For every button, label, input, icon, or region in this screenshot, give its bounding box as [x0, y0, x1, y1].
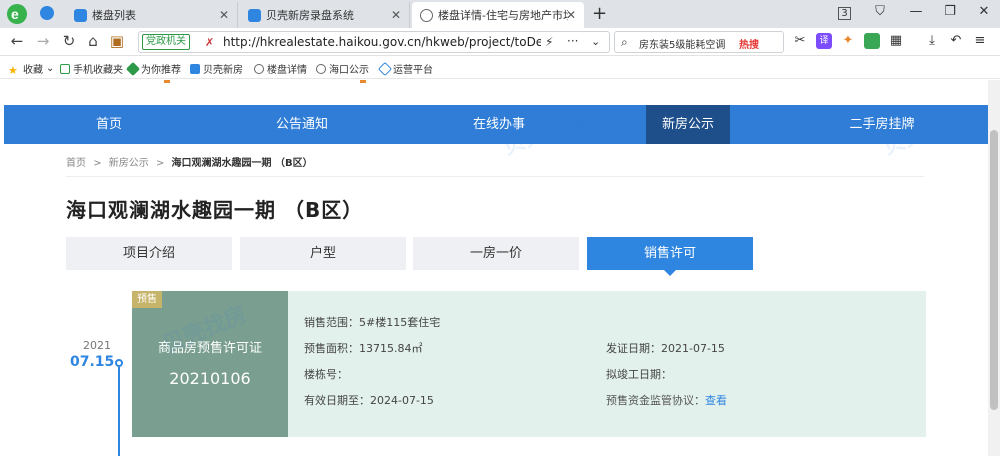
- tab-project-detail[interactable]: 楼盘详情-住宅与房地产市场信 ✕: [412, 2, 584, 28]
- bolt-icon[interactable]: ⚡: [545, 35, 553, 49]
- breadcrumb-section[interactable]: 新房公示: [109, 158, 149, 169]
- game-icon[interactable]: ✦: [840, 33, 856, 49]
- chevron-down-icon[interactable]: ⌄: [591, 35, 600, 48]
- tab-project-intro[interactable]: 项目介绍: [66, 237, 232, 270]
- blue-page-icon: [190, 63, 200, 74]
- restore-icon[interactable]: ❐: [940, 4, 960, 19]
- timeline-line: [118, 367, 120, 456]
- star-icon: ★: [8, 63, 18, 77]
- globe-icon: [420, 8, 433, 22]
- diamond-icon: [125, 61, 141, 76]
- breadcrumb-separator: >: [93, 158, 102, 169]
- breadcrumb-current: 海口观澜湖水趣园一期 （B区）: [171, 158, 313, 169]
- valid-until: 有效日期至：2024-07-15: [304, 394, 434, 407]
- bookmark-mobile[interactable]: 手机收藏夹: [60, 61, 123, 76]
- presale-area: 预售面积：13715.84㎡: [304, 342, 423, 355]
- main-nav: 首页 公告通知 在线办事 新房公示 二手房挂牌: [4, 105, 988, 144]
- shirt-icon[interactable]: ⛉: [870, 4, 890, 19]
- undo-icon[interactable]: ↶: [948, 33, 964, 49]
- translate-icon[interactable]: 译: [816, 33, 832, 49]
- fund-supervision: 预售资金监管协议：查看: [606, 392, 727, 408]
- bookmark-favorites[interactable]: ★ 收藏 ⌄: [8, 61, 55, 77]
- url-input[interactable]: 党政机关 ✗ http://hkrealestate.haikou.gov.cn…: [138, 31, 610, 53]
- home-icon[interactable]: ⌂: [84, 32, 102, 50]
- chevron-down-icon: ⌄: [46, 63, 55, 74]
- bookmark-haikou[interactable]: 海口公示: [316, 61, 369, 76]
- breadcrumb: 首页 > 新房公示 > 海口观澜湖水趣园一期 （B区）: [66, 154, 313, 169]
- globe-icon: [254, 63, 264, 74]
- permit-number: 20210106: [169, 369, 251, 388]
- breadcrumb-home[interactable]: 首页: [66, 158, 86, 169]
- tab-count-badge[interactable]: 3: [838, 7, 851, 20]
- fund-supervision-label: 预售资金监管协议：: [606, 394, 705, 407]
- close-icon[interactable]: ✕: [391, 8, 401, 22]
- timeline-year: 2021: [83, 339, 111, 352]
- page-scrollbar[interactable]: [988, 80, 1000, 456]
- more-icon[interactable]: ···: [567, 34, 578, 48]
- issue-date: 发证日期：2021-07-15: [606, 342, 725, 355]
- timeline-dot: [115, 359, 123, 367]
- tab-sales-permit[interactable]: 销售许可: [587, 237, 753, 276]
- browser-tab-bar: e 楼盘列表 ✕ 贝壳新房录盘系统 ✕ 楼盘详情-住宅与房地产市场信 ✕ + 3…: [0, 0, 1000, 28]
- reload-icon[interactable]: ↻: [60, 32, 78, 50]
- globe-icon: [316, 63, 326, 74]
- tab-floor-plans[interactable]: 户型: [240, 237, 406, 270]
- divider: [66, 176, 924, 177]
- nav-item-home[interactable]: 首页: [4, 105, 214, 144]
- tab-price-list[interactable]: 一房一价: [413, 237, 579, 270]
- view-agreement-link[interactable]: 查看: [705, 394, 727, 407]
- presale-badge: 预售: [132, 291, 162, 308]
- address-toolbar: ← → ↻ ⌂ ▣ 党政机关 ✗ http://hkrealestate.hai…: [0, 28, 1000, 56]
- nav-item-new-house[interactable]: 新房公示: [646, 105, 730, 144]
- scissors-icon[interactable]: ✂: [792, 33, 808, 49]
- breadcrumb-separator: >: [155, 158, 165, 169]
- phone-icon: [60, 63, 70, 74]
- download-icon[interactable]: ⤓: [924, 33, 940, 49]
- sales-scope: 销售范围：5#楼115套住宅: [304, 316, 441, 329]
- browser-logo-icon[interactable]: e: [6, 3, 28, 25]
- close-icon[interactable]: ✕: [566, 8, 576, 22]
- svg-text:e: e: [11, 6, 19, 22]
- tab-label: 楼盘详情-住宅与房地产市场信: [438, 9, 568, 22]
- nav-item-notices[interactable]: 公告通知: [198, 105, 406, 144]
- tab-label: 楼盘列表: [92, 9, 136, 22]
- minimize-icon[interactable]: —: [906, 4, 926, 19]
- bookmark-beike[interactable]: 贝壳新房: [190, 61, 243, 76]
- apps-grid-icon[interactable]: ▦: [888, 33, 904, 49]
- briefcase-icon[interactable]: ▣: [108, 32, 126, 50]
- header-logo-remnant: [164, 80, 366, 86]
- search-text: 房东装5级能耗空调: [639, 40, 726, 51]
- wechat-icon[interactable]: [864, 33, 880, 49]
- bookmark-recommend[interactable]: 为你推荐: [125, 61, 181, 76]
- hot-search-badge[interactable]: 热搜: [739, 36, 759, 51]
- bookmark-ops[interactable]: 运营平台: [377, 61, 433, 76]
- planned-completion-date: 拟竣工日期：: [606, 368, 672, 381]
- web-page: 首页 公告通知 在线办事 新房公示 二手房挂牌 首页 > 新房公示 > 海口观澜…: [0, 80, 988, 456]
- window-close-icon[interactable]: ✕: [974, 4, 994, 19]
- new-tab-button[interactable]: +: [592, 3, 607, 24]
- blue-page-icon: [248, 8, 261, 22]
- site-info-icon[interactable]: ✗: [205, 36, 214, 49]
- timeline-date: 07.15: [70, 354, 115, 370]
- forward-icon[interactable]: →: [34, 32, 52, 50]
- page-title: 海口观澜湖水趣园一期 （B区）: [66, 198, 364, 222]
- tab-label: 贝壳新房录盘系统: [266, 9, 354, 22]
- building-number: 楼栋号：: [304, 368, 348, 381]
- search-icon: ⌕: [621, 35, 628, 49]
- blue-page-icon: [74, 8, 87, 22]
- tab-project-list[interactable]: 楼盘列表 ✕: [66, 2, 238, 28]
- bookmark-detail[interactable]: 楼盘详情: [254, 61, 307, 76]
- telegram-icon[interactable]: [40, 6, 54, 20]
- menu-icon[interactable]: ≡: [972, 33, 988, 49]
- scrollbar-thumb[interactable]: [990, 130, 998, 410]
- bookmarks-bar: ★ 收藏 ⌄ 手机收藏夹 为你推荐 贝壳新房 楼盘详情 海口公示 运营平台: [0, 57, 1000, 79]
- url-text: http://hkrealestate.haikou.gov.cn/hkweb/…: [223, 35, 541, 49]
- tab-beike-system[interactable]: 贝壳新房录盘系统 ✕: [240, 2, 410, 28]
- close-icon[interactable]: ✕: [219, 8, 229, 22]
- diamond-icon: [377, 61, 393, 76]
- back-icon[interactable]: ←: [8, 32, 26, 50]
- gov-site-badge[interactable]: 党政机关: [142, 34, 190, 50]
- search-input[interactable]: ⌕ 房东装5级能耗空调 热搜: [614, 31, 784, 53]
- permit-card-details: 销售范围：5#楼115套住宅 预售面积：13715.84㎡ 楼栋号： 有效日期至…: [288, 291, 926, 437]
